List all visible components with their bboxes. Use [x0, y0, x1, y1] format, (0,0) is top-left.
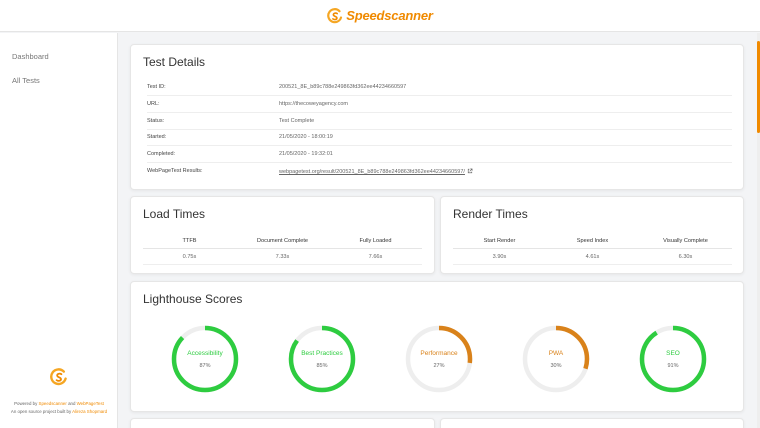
- detail-value: 21/05/2020 - 18:00:19: [279, 134, 333, 140]
- powered-by-text: Powered by Speedscanner and WebPageTest: [0, 401, 118, 406]
- lighthouse-scores-title: Lighthouse Scores: [143, 292, 243, 306]
- column-header-document-complete: Document Complete: [257, 237, 308, 244]
- gauge-pwa: PWA 30%: [519, 322, 593, 396]
- detail-key: Test ID:: [147, 84, 166, 90]
- detail-value: https://thecoweyagency.com: [279, 101, 348, 107]
- bottom-card-left: [130, 418, 435, 428]
- open-source-prefix: An open source project built by: [10, 409, 73, 414]
- external-link-icon[interactable]: [467, 168, 473, 174]
- detail-key: Completed:: [147, 151, 176, 157]
- gauge-ring: [405, 325, 473, 393]
- load-times-table: TTFB Document Complete Fully Loaded 0.75…: [143, 233, 422, 265]
- load-times-title: Load Times: [143, 207, 206, 221]
- sidebar-item-all-tests[interactable]: All Tests: [0, 75, 40, 87]
- render-times-title: Render Times: [453, 207, 528, 221]
- gauge-value: 91%: [667, 363, 679, 369]
- gauge-value: 85%: [316, 363, 328, 369]
- author-link[interactable]: Alireza Shopmard: [72, 409, 107, 414]
- gauge-ring: [639, 325, 707, 393]
- document-complete-value: 7.33s: [275, 253, 290, 260]
- detail-value: 21/05/2020 - 19:32:01: [279, 151, 333, 157]
- gauge-label: SEO: [666, 350, 680, 357]
- render-times-card: Render Times Start Render Speed Index Vi…: [440, 196, 744, 274]
- detail-value: Test Complete: [279, 118, 315, 124]
- ttfb-value: 0.75s: [182, 253, 197, 260]
- column-header-speed-index: Speed Index: [576, 237, 609, 244]
- powered-by-prefix: Powered by: [14, 401, 39, 406]
- column-header-fully-loaded: Fully Loaded: [359, 237, 392, 244]
- detail-value: webpagetest.org/result/200521_8E_b89c788…: [279, 168, 473, 175]
- detail-row-url: URL: https://thecoweyagency.com: [147, 96, 732, 113]
- detail-row-webpagetest-results: WebPageTest Results: webpagetest.org/res…: [147, 163, 732, 180]
- speedscanner-footer-logo-icon: [50, 368, 67, 386]
- table-row: 0.75s 7.33s 7.66s: [143, 249, 422, 265]
- detail-key: WebPageTest Results:: [147, 168, 203, 174]
- detail-row-test-id: Test ID: 200521_8E_b89c788e249863fd362ee…: [147, 79, 732, 96]
- test-details-card: Test Details Test ID: 200521_8E_b89c788e…: [130, 44, 744, 190]
- fully-loaded-value: 7.66s: [368, 253, 383, 260]
- gauge-fill: [639, 325, 707, 393]
- detail-key: URL:: [147, 101, 160, 107]
- gauge-ring: [522, 325, 590, 393]
- gauge-label: Performance: [420, 350, 458, 357]
- table-row: 3.90s 4.61s 6.30s: [453, 249, 732, 265]
- column-header-start-render: Start Render: [483, 237, 516, 244]
- brand-logo[interactable]: Speedscanner: [327, 7, 433, 24]
- gauge-ring: [288, 325, 356, 393]
- gauge-best-practices: Best Practices 85%: [285, 322, 359, 396]
- sidebar-item-dashboard[interactable]: Dashboard: [0, 51, 49, 63]
- webpagetest-results-link[interactable]: webpagetest.org/result/200521_8E_b89c788…: [279, 169, 465, 175]
- webpagetest-link[interactable]: WebPageTest: [77, 401, 104, 406]
- detail-value: 200521_8E_b89c788e249863fd362ee442346605…: [279, 84, 407, 90]
- gauge-performance: Performance 27%: [402, 322, 476, 396]
- gauge-label: Best Practices: [301, 350, 343, 357]
- detail-row-started: Started: 21/05/2020 - 18:00:19: [147, 129, 732, 146]
- visually-complete-value: 6.30s: [678, 253, 693, 260]
- test-details-title: Test Details: [143, 55, 206, 69]
- gauge-label: Accessibility: [187, 350, 223, 357]
- start-render-value: 3.90s: [492, 253, 507, 260]
- detail-key: Status:: [147, 118, 165, 124]
- speedscanner-logo-icon: [327, 7, 343, 23]
- gauge-value: 27%: [433, 363, 445, 369]
- sidebar-footer: Powered by Speedscanner and WebPageTest …: [0, 368, 118, 428]
- speed-index-value: 4.61s: [585, 253, 600, 260]
- gauge-value: 30%: [550, 363, 562, 369]
- top-bar: Speedscanner: [0, 0, 760, 32]
- render-times-table: Start Render Speed Index Visually Comple…: [453, 233, 732, 265]
- gauge-seo: SEO 91%: [636, 322, 710, 396]
- open-source-text: An open source project built by Alireza …: [0, 409, 118, 414]
- powered-by-and: and: [66, 401, 77, 406]
- column-header-visually-complete: Visually Complete: [663, 237, 708, 244]
- table-header-row: TTFB Document Complete Fully Loaded: [143, 233, 422, 249]
- load-times-card: Load Times TTFB Document Complete Fully …: [130, 196, 435, 274]
- gauge-value: 87%: [199, 363, 211, 369]
- brand-name: Speedscanner: [346, 8, 433, 23]
- bottom-card-right: [440, 418, 744, 428]
- speedscanner-link[interactable]: Speedscanner: [39, 401, 67, 406]
- gauge-label: PWA: [548, 350, 564, 357]
- table-header-row: Start Render Speed Index Visually Comple…: [453, 233, 732, 249]
- column-header-ttfb: TTFB: [182, 237, 197, 244]
- detail-row-status: Status: Test Complete: [147, 113, 732, 130]
- detail-key: Started:: [147, 134, 167, 140]
- detail-row-completed: Completed: 21/05/2020 - 19:32:01: [147, 146, 732, 163]
- lighthouse-scores-card: Lighthouse Scores Accessibility 87% Best P…: [130, 281, 744, 412]
- gauge-accessibility: Accessibility 87%: [168, 322, 242, 396]
- gauge-ring: [171, 325, 239, 393]
- sidebar: Dashboard All Tests Powered by Speedscan…: [0, 33, 118, 428]
